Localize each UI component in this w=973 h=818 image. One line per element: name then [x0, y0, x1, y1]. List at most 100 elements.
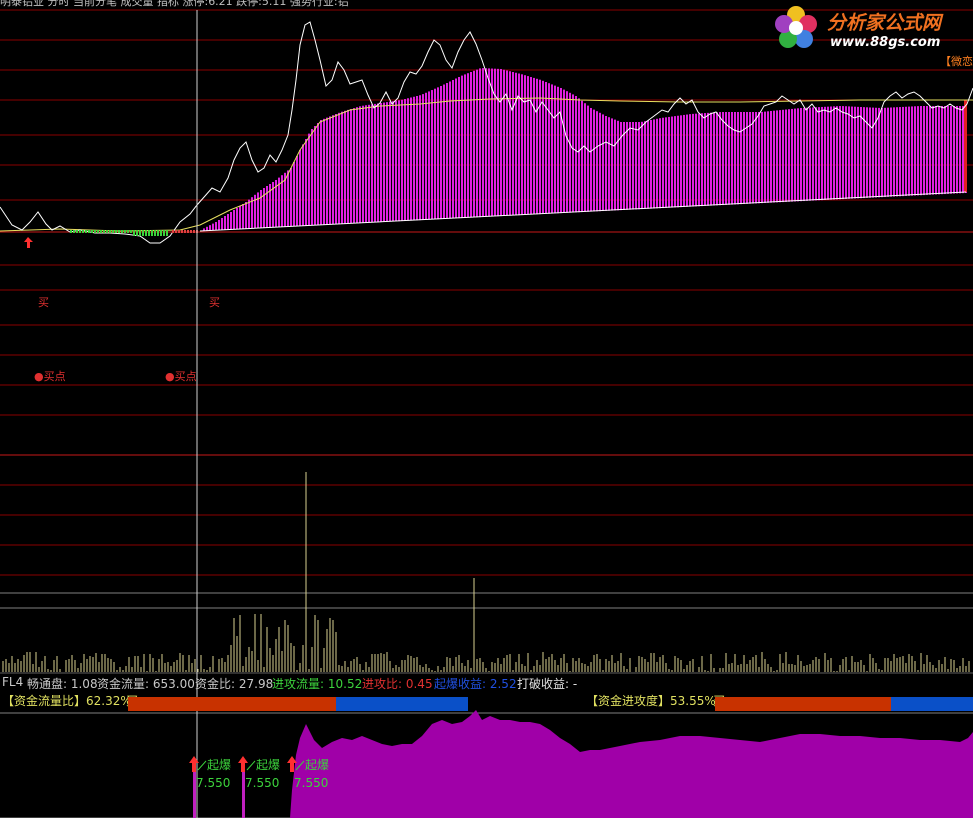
- flow-bar: [380, 103, 382, 223]
- flow-bar: [260, 190, 262, 229]
- flow-bar: [632, 122, 634, 210]
- flow-bar: [755, 112, 757, 204]
- flow-bar: [560, 88, 562, 214]
- flow-bar: [329, 116, 331, 225]
- flow-bar: [443, 84, 445, 219]
- flow-bar: [692, 113, 694, 207]
- flow-bar: [848, 106, 850, 199]
- flow-bar: [956, 106, 958, 194]
- flow-bar: [518, 73, 520, 216]
- flow-bar: [689, 114, 691, 207]
- flow-bar: [377, 103, 379, 223]
- small-flow-bar: [70, 230, 72, 233]
- flow-bar: [476, 69, 478, 218]
- flow-bar: [515, 72, 517, 216]
- flow-bar: [905, 106, 907, 196]
- flow-bar: [563, 89, 565, 213]
- flow-bar: [890, 107, 892, 197]
- flow-bar: [638, 122, 640, 210]
- small-flow-bar-red: [184, 230, 186, 233]
- flow-bar: [575, 96, 577, 213]
- small-flow-bar: [88, 230, 90, 233]
- flow-bar: [554, 85, 556, 214]
- flow-bar: [794, 108, 796, 202]
- flow-bar: [602, 114, 604, 212]
- flow-bar: [845, 106, 847, 199]
- flow-bar: [542, 80, 544, 215]
- flow-bar: [962, 106, 964, 194]
- flow-bar: [353, 108, 355, 224]
- flow-bar: [914, 106, 916, 196]
- flow-bar: [668, 116, 670, 208]
- small-flow-bar: [121, 230, 123, 233]
- flow-bar: [653, 119, 655, 209]
- small-flow-bar: [151, 230, 153, 236]
- flow-bar: [299, 150, 301, 227]
- flow-bar: [950, 106, 952, 194]
- capital-flow-bars: [199, 68, 967, 232]
- flow-bar: [773, 110, 775, 203]
- flow-bar: [239, 206, 241, 230]
- flow-bar: [809, 107, 811, 201]
- flow-ratio-bar-red: [128, 697, 336, 711]
- flow-bar-red: [964, 100, 967, 192]
- flow-bar: [683, 114, 685, 208]
- flow-bar: [746, 112, 748, 204]
- flow-bar: [479, 68, 481, 218]
- small-flow-bar: [118, 230, 120, 233]
- flow-bar: [842, 106, 844, 200]
- flow-bar: [836, 106, 838, 200]
- flow-bar: [626, 122, 628, 210]
- burst-label-1: 起爆: [207, 758, 232, 772]
- small-flow-bar: [145, 230, 147, 236]
- flow-bar: [374, 103, 376, 223]
- small-flow-bar: [106, 230, 108, 233]
- flow-bar: [572, 94, 574, 213]
- flow-bar: [404, 99, 406, 221]
- flow-bar: [893, 107, 895, 197]
- flow-bar: [932, 106, 934, 195]
- small-flow-bar: [127, 230, 129, 233]
- flow-bar: [770, 111, 772, 203]
- flow-bar: [758, 112, 760, 204]
- flow-bar: [395, 100, 397, 222]
- flow-bar: [599, 112, 601, 212]
- small-flow-bar: [160, 230, 162, 236]
- flow-bar: [779, 110, 781, 203]
- capital-ratio: 资金比: 27.98: [195, 677, 274, 691]
- flow-bar: [578, 98, 580, 213]
- flow-bar: [341, 111, 343, 224]
- attack-degree-label: 【资金进攻度】53.55%: [586, 694, 716, 708]
- flow-bar: [701, 113, 703, 207]
- flow-bar: [398, 100, 400, 222]
- capital-flow: 资金流量: 653.00: [97, 677, 195, 691]
- attack-area-fill: [290, 710, 973, 818]
- flow-bar: [830, 106, 832, 200]
- flow-bar: [917, 106, 919, 196]
- flow-bar: [245, 202, 247, 229]
- flow-bar: [761, 111, 763, 204]
- attack-degree-bar-red: [715, 697, 891, 711]
- small-flow-bar-red: [178, 230, 180, 233]
- flow-bar: [839, 106, 841, 200]
- flow-bar: [548, 83, 550, 214]
- flow-bar: [959, 106, 961, 194]
- flow-bar: [503, 69, 505, 216]
- small-flow-bar: [79, 230, 81, 233]
- small-flow-bar: [133, 230, 135, 236]
- flow-bar: [725, 112, 727, 205]
- buy-point-1: ●买点: [34, 370, 66, 383]
- flow-bar: [521, 74, 523, 216]
- intraday-chart[interactable]: [0, 0, 973, 818]
- flow-bar: [695, 113, 697, 207]
- flow-bar: [824, 106, 826, 201]
- logo-title: 分析家公式网: [827, 12, 942, 34]
- flow-bar: [815, 107, 817, 201]
- flow-bar: [545, 82, 547, 214]
- attack-ratio: 进攻比: 0.45: [362, 677, 433, 691]
- flow-bar: [386, 102, 388, 222]
- flow-bar: [719, 112, 721, 206]
- flow-bar: [332, 115, 334, 225]
- flow-bar: [539, 79, 541, 215]
- flow-bar: [596, 111, 598, 212]
